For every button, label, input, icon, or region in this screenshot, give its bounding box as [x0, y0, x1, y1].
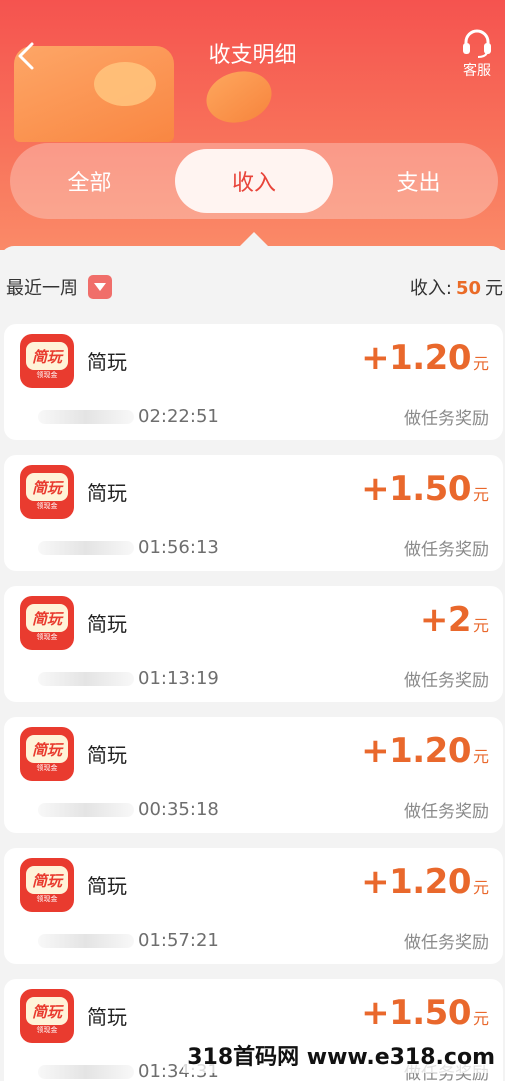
tab-expense[interactable]: 支出 — [339, 149, 498, 213]
app-name: 简玩 — [87, 350, 127, 374]
record-item[interactable]: 简玩 领现金 简玩 +1.20 元 01:57:21 做任务奖励 — [4, 848, 503, 964]
record-description: 做任务奖励 — [404, 802, 489, 822]
headset-icon — [463, 29, 491, 58]
watermark: 318首码网 www.e318.com — [183, 1037, 499, 1073]
app-icon: 简玩 领现金 — [20, 465, 74, 519]
app-icon: 简玩 领现金 — [20, 727, 74, 781]
period-filter[interactable]: 最近一周 — [6, 274, 112, 300]
income-summary: 收入: 50 元 — [410, 274, 503, 300]
record-time: 01:13:19 — [138, 668, 219, 689]
page-title: 收支明细 — [208, 43, 297, 68]
record-description: 做任务奖励 — [404, 540, 489, 560]
blurred-date — [38, 1065, 134, 1079]
record-description: 做任务奖励 — [404, 409, 489, 429]
amount: +1.50 元 — [361, 469, 489, 509]
record-description: 做任务奖励 — [404, 671, 489, 691]
amount: +1.20 元 — [361, 731, 489, 771]
app-name: 简玩 — [87, 1005, 127, 1029]
app-icon: 简玩 领现金 — [20, 596, 74, 650]
period-label: 最近一周 — [6, 278, 78, 299]
amount: +2 元 — [419, 600, 489, 640]
record-item[interactable]: 简玩 领现金 简玩 +1.20 元 00:35:18 做任务奖励 — [4, 717, 503, 833]
customer-service-label: 客服 — [463, 63, 491, 79]
app-icon: 简玩 领现金 — [20, 858, 74, 912]
amount: +1.20 元 — [361, 338, 489, 378]
filter-row: 最近一周 收入: 50 元 — [6, 272, 503, 302]
record-time: 01:57:21 — [138, 930, 219, 951]
record-list: 简玩 领现金 简玩 +1.20 元 02:22:51 做任务奖励 简玩 领现金 简… — [4, 324, 503, 1081]
record-item[interactable]: 简玩 领现金 简玩 +1.20 元 02:22:51 做任务奖励 — [4, 324, 503, 440]
income-label: 收入: — [409, 278, 452, 299]
app-icon: 简玩 领现金 — [20, 989, 74, 1043]
tab-bar: 全部 收入 支出 — [10, 143, 498, 219]
content-panel: 最近一周 收入: 50 元 简玩 领现金 简玩 +1.20 元 02:22:51 … — [0, 246, 505, 1081]
blurred-date — [38, 410, 134, 424]
record-item[interactable]: 简玩 领现金 简玩 +1.50 元 01:56:13 做任务奖励 — [4, 455, 503, 571]
amount: +1.20 元 — [361, 862, 489, 902]
customer-service-button[interactable]: 客服 — [457, 28, 497, 82]
record-time: 00:35:18 — [138, 799, 219, 820]
record-time: 01:56:13 — [138, 537, 219, 558]
header: 收支明细 客服 全部 收入 支出 — [0, 0, 505, 250]
blurred-date — [38, 934, 134, 948]
blurred-date — [38, 803, 134, 817]
blurred-date — [38, 541, 134, 555]
app-icon: 简玩 领现金 — [20, 334, 74, 388]
tab-all[interactable]: 全部 — [10, 149, 169, 213]
app-name: 简玩 — [87, 874, 127, 898]
record-time: 02:22:51 — [138, 406, 219, 427]
income-total: 50 — [455, 278, 481, 299]
app-name: 简玩 — [87, 743, 127, 767]
income-unit: 元 — [485, 278, 503, 299]
record-description: 做任务奖励 — [404, 933, 489, 953]
amount: +1.50 元 — [361, 993, 489, 1033]
tab-income[interactable]: 收入 — [175, 149, 333, 213]
blurred-date — [38, 672, 134, 686]
app-name: 简玩 — [87, 612, 127, 636]
decor-coin — [200, 64, 278, 130]
record-item[interactable]: 简玩 领现金 简玩 +2 元 01:13:19 做任务奖励 — [4, 586, 503, 702]
app-name: 简玩 — [87, 481, 127, 505]
dropdown-icon[interactable] — [88, 275, 112, 299]
